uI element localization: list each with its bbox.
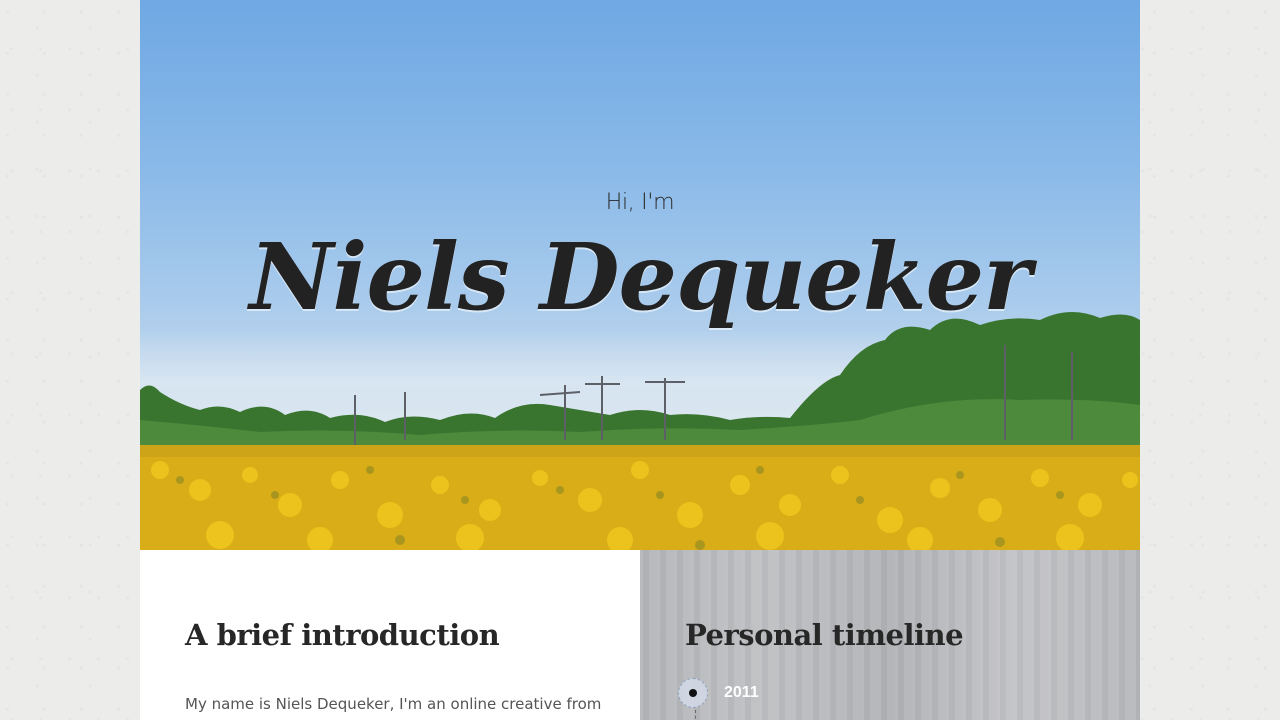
timeline-dot-icon [678,678,708,708]
intro-heading: A brief introduction [185,618,500,652]
page-container: Hi, I'm Niels Dequeker A brief introduct… [140,0,1140,720]
timeline-heading: Personal timeline [685,618,964,652]
intro-text: My name is Niels Dequeker, I'm an online… [185,695,602,713]
hero-name: Niels Dequeker [249,223,1031,331]
hero-greeting: Hi, I'm [605,190,675,215]
timeline-connector [695,710,696,720]
hero-banner: Hi, I'm Niels Dequeker [140,0,1140,550]
intro-section: A brief introduction My name is Niels De… [140,550,640,720]
timeline-section: Personal timeline 2011 [640,550,1140,720]
timeline-year: 2011 [724,684,759,701]
timeline-entry: 2011 [678,678,759,708]
